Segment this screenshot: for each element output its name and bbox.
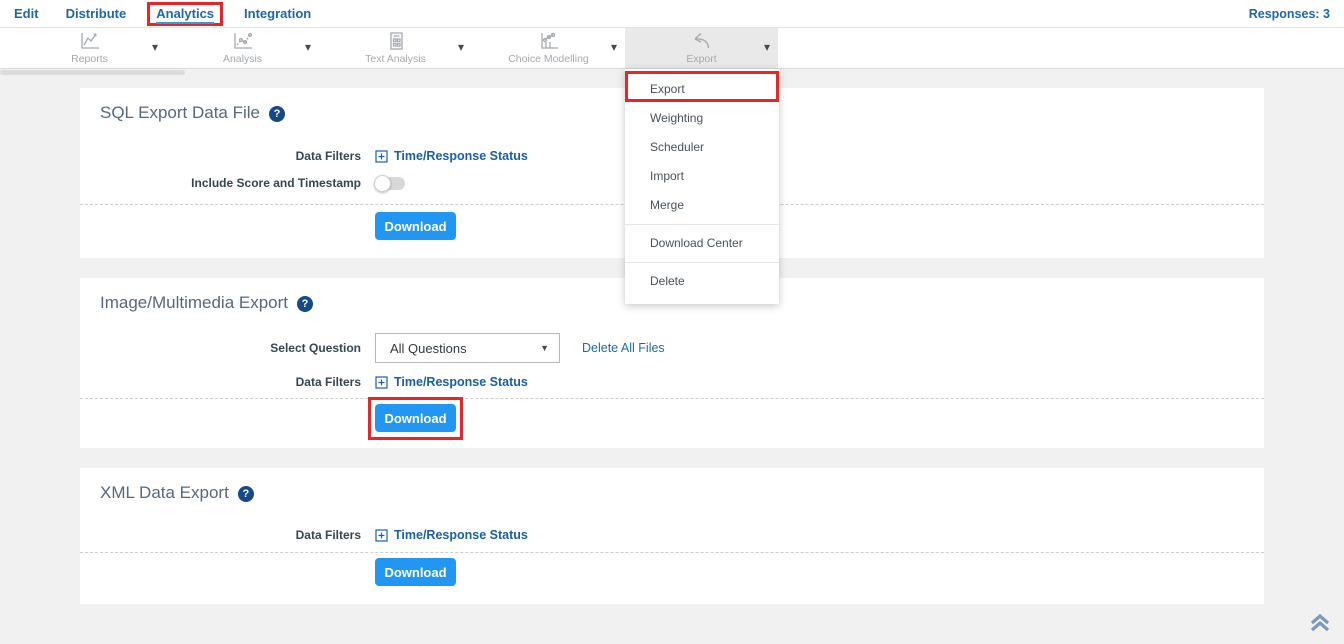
xml-export-title-row: XML Data Export ?: [80, 468, 1264, 504]
scroll-to-top-button[interactable]: [1308, 613, 1332, 638]
menu-item-delete[interactable]: Delete: [625, 267, 779, 296]
time-response-status-link[interactable]: Time/Response Status: [375, 375, 528, 389]
toolbar-label-text-analysis: Text Analysis: [365, 53, 426, 65]
choice-modelling-chart-icon: [538, 32, 560, 51]
toolbar-label-reports: Reports: [71, 53, 108, 65]
xml-download-button[interactable]: Download: [375, 558, 456, 586]
top-navbar: Edit Distribute Analytics Integration Re…: [0, 0, 1344, 28]
document-icon: [387, 32, 405, 51]
export-reply-arrow-icon: [691, 32, 713, 51]
double-chevron-up-icon: [1308, 613, 1332, 633]
data-filters-row: Data Filters Time/Response Status: [80, 375, 1264, 389]
toolbar-group-choice-modelling[interactable]: Choice Modelling ▾: [472, 28, 625, 68]
menu-item-import[interactable]: Import: [625, 162, 779, 191]
time-response-status-label: Time/Response Status: [394, 375, 528, 389]
toolbar-label-choice-modelling: Choice Modelling: [508, 53, 589, 65]
responses-count[interactable]: Responses: 3: [1249, 7, 1330, 21]
expand-plus-icon[interactable]: [375, 150, 388, 163]
nav-tab-edit[interactable]: Edit: [14, 6, 39, 21]
help-icon[interactable]: ?: [238, 486, 254, 502]
expand-plus-icon[interactable]: [375, 529, 388, 542]
help-icon[interactable]: ?: [297, 296, 313, 312]
select-caret-icon: ▼: [540, 343, 549, 353]
toolbar-group-text-analysis[interactable]: Text Analysis ▾: [319, 28, 472, 68]
time-response-status-label: Time/Response Status: [394, 149, 528, 163]
menu-divider: [625, 262, 779, 263]
help-icon[interactable]: ?: [269, 106, 285, 122]
data-filters-label: Data Filters: [80, 528, 361, 542]
question-select[interactable]: All Questions ▼: [375, 333, 560, 363]
expand-plus-icon[interactable]: [375, 376, 388, 389]
scatter-chart-icon: [232, 32, 254, 51]
toolbar-label-analysis: Analysis: [223, 53, 262, 65]
section-title: XML Data Export: [100, 483, 229, 503]
select-question-row: Select Question All Questions ▼ Delete A…: [80, 333, 1264, 363]
chevron-down-icon[interactable]: ▾: [305, 41, 311, 53]
include-score-toggle[interactable]: [375, 177, 405, 190]
menu-item-download-center[interactable]: Download Center: [625, 229, 779, 258]
dashed-divider: [80, 552, 1264, 553]
xml-export-card: XML Data Export ? Data Filters Time/Resp…: [80, 468, 1264, 604]
time-response-status-link[interactable]: Time/Response Status: [375, 149, 528, 163]
menu-divider: [625, 224, 779, 225]
select-question-label: Select Question: [80, 341, 361, 355]
chevron-down-icon[interactable]: ▾: [611, 41, 617, 53]
include-score-label: Include Score and Timestamp: [80, 176, 361, 190]
chevron-down-icon[interactable]: ▾: [458, 41, 464, 53]
toggle-knob[interactable]: [374, 175, 391, 192]
time-response-status-link[interactable]: Time/Response Status: [375, 528, 528, 542]
dashed-divider: [80, 398, 1264, 399]
toolbar-group-reports[interactable]: Reports ▾: [13, 28, 166, 68]
export-dropdown-menu: Export Weighting Scheduler Import Merge …: [625, 69, 779, 304]
time-response-status-label: Time/Response Status: [394, 528, 528, 542]
toolbar-group-analysis[interactable]: Analysis ▾: [166, 28, 319, 68]
nav-tab-distribute[interactable]: Distribute: [66, 6, 127, 21]
sql-download-button[interactable]: Download: [375, 212, 456, 240]
delete-all-files-link[interactable]: Delete All Files: [582, 341, 665, 355]
data-filters-row: Data Filters Time/Response Status: [80, 528, 1264, 542]
menu-item-export[interactable]: Export: [625, 75, 779, 104]
chevron-down-icon[interactable]: ▾: [764, 41, 770, 53]
section-title: SQL Export Data File: [100, 103, 260, 123]
multimedia-download-button[interactable]: Download: [375, 404, 456, 432]
data-filters-label: Data Filters: [80, 149, 361, 163]
horizontal-scrollbar[interactable]: [0, 70, 185, 75]
nav-tab-analytics[interactable]: Analytics: [156, 6, 214, 24]
data-filters-label: Data Filters: [80, 375, 361, 389]
nav-tab-integration[interactable]: Integration: [244, 6, 311, 21]
nav-tab-analytics-annotation-box[interactable]: Analytics: [147, 2, 223, 26]
question-select-value: All Questions: [390, 341, 467, 356]
menu-item-weighting[interactable]: Weighting: [625, 104, 779, 133]
chevron-down-icon[interactable]: ▾: [152, 41, 158, 53]
menu-item-scheduler[interactable]: Scheduler: [625, 133, 779, 162]
menu-item-merge[interactable]: Merge: [625, 191, 779, 220]
toolbar-label-export: Export: [686, 53, 716, 65]
line-chart-icon: [79, 32, 101, 51]
analytics-toolbar: Reports ▾ Analysis ▾ Text Analysis ▾: [0, 28, 1344, 69]
section-title: Image/Multimedia Export: [100, 293, 288, 313]
toolbar-group-export[interactable]: Export ▾: [625, 28, 778, 68]
